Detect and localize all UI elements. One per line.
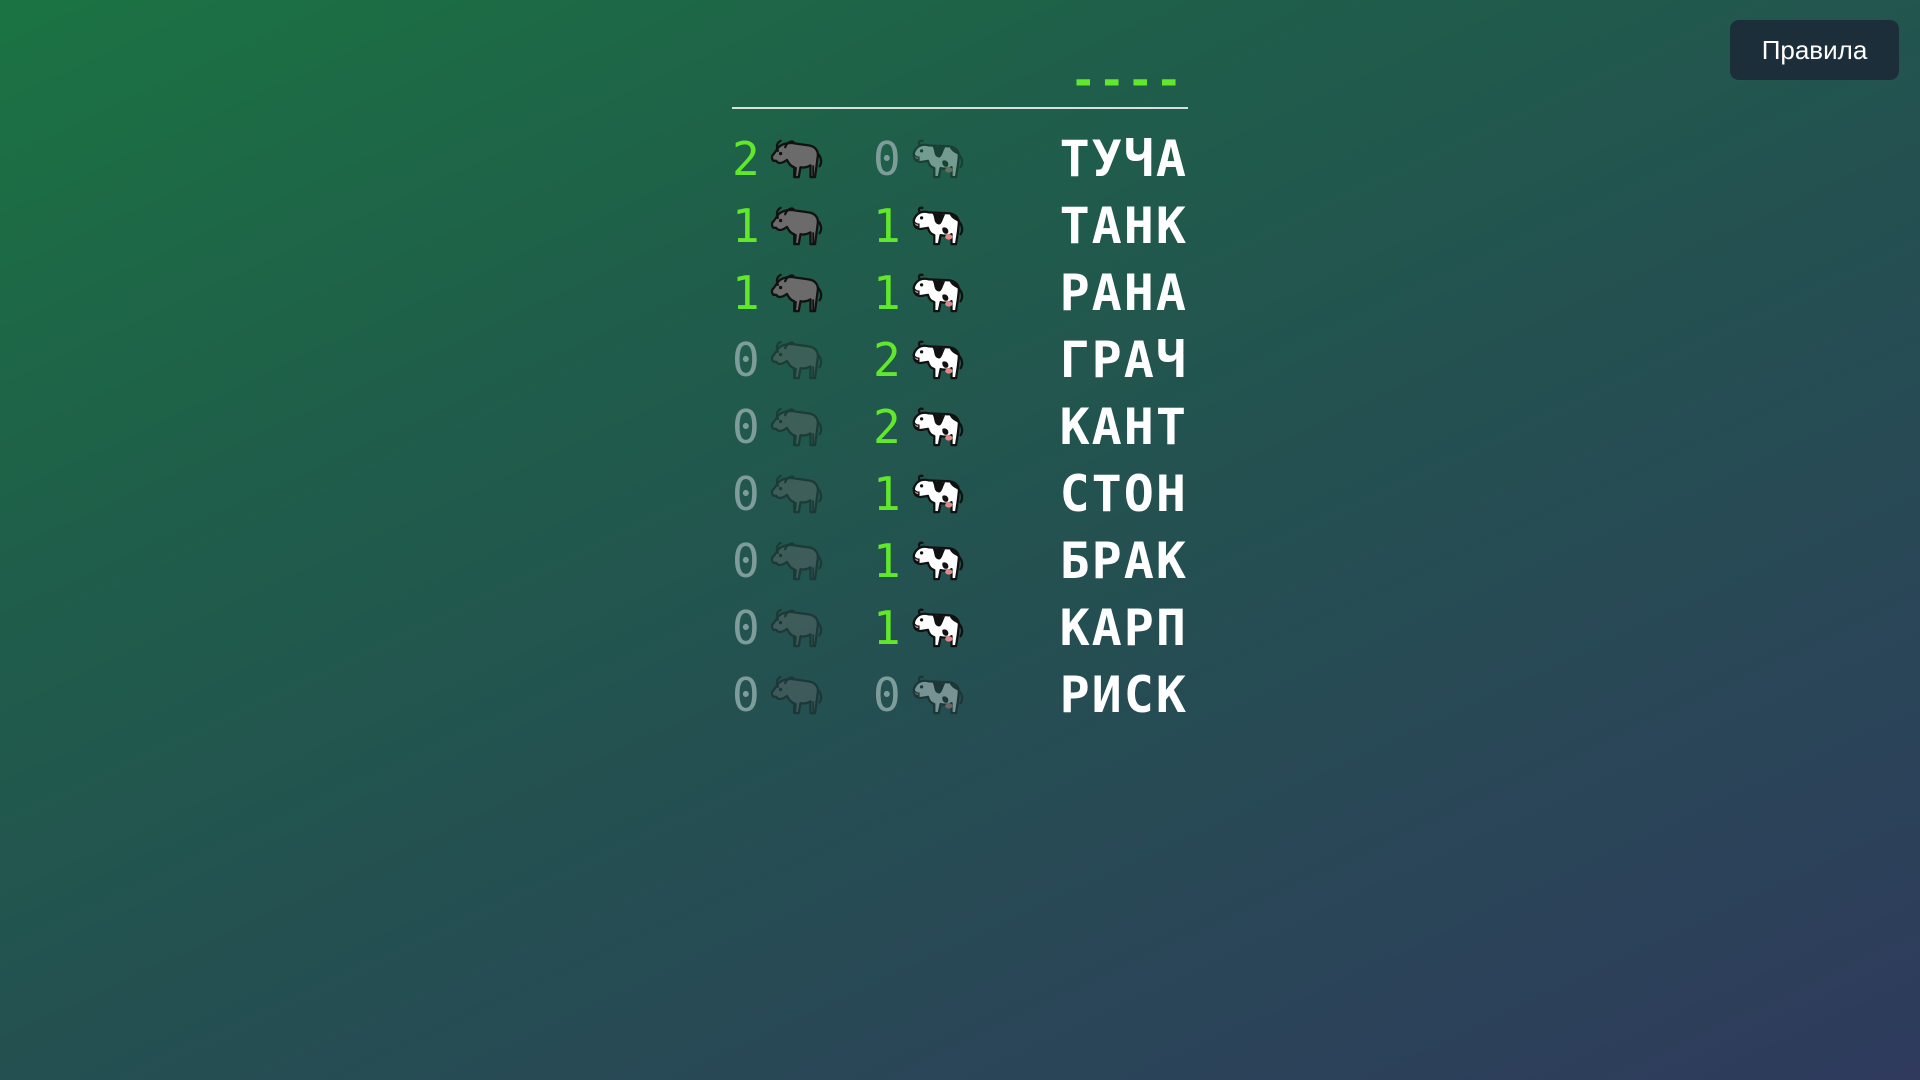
guess-row-4: 0 2 ГРАЧ [732, 326, 1188, 393]
guess-word: КАНТ [1059, 397, 1188, 456]
bull-icon [767, 269, 825, 317]
guess-row-7: 0 1 БРАК [732, 527, 1188, 594]
bull-count: 1 [732, 266, 873, 320]
rules-button[interactable]: Правила [1730, 20, 1899, 80]
guess-word: БРАК [1059, 531, 1188, 590]
guess-word: ГРАЧ [1059, 330, 1188, 389]
bull-count-value: 0 [732, 600, 760, 655]
guess-word: СТОН [1059, 464, 1188, 523]
guess-row-1: 2 0 ТУЧА [732, 125, 1188, 192]
bull-count-value: 2 [732, 131, 760, 186]
bull-count: 0 [732, 467, 873, 521]
guess-word: РИСК [1059, 665, 1188, 724]
bull-count: 0 [732, 668, 873, 722]
guess-row-9: 0 0 РИСК [732, 661, 1188, 728]
bull-icon [767, 336, 825, 384]
bull-icon [767, 671, 825, 719]
cow-count-value: 1 [873, 533, 901, 588]
bull-count-value: 1 [732, 265, 760, 320]
bull-count: 2 [732, 132, 873, 186]
bull-count: 0 [732, 333, 873, 387]
cow-icon [908, 604, 966, 652]
cow-count-value: 1 [873, 265, 901, 320]
cow-count-value: 0 [873, 131, 901, 186]
bull-count-value: 0 [732, 466, 760, 521]
guess-word: РАНА [1059, 263, 1188, 322]
cow-count: 2 [873, 333, 1014, 387]
guess-row-3: 1 1 РАНА [732, 259, 1188, 326]
guess-word: КАРП [1059, 598, 1188, 657]
cow-count: 0 [873, 668, 1014, 722]
bull-count-value: 1 [732, 198, 760, 253]
bull-icon [767, 202, 825, 250]
bull-count-value: 0 [732, 332, 760, 387]
cow-count: 1 [873, 601, 1014, 655]
cow-count-value: 1 [873, 198, 901, 253]
guess-row: ---- [732, 55, 1188, 106]
divider [732, 107, 1188, 109]
bull-count: 0 [732, 601, 873, 655]
cow-count-value: 1 [873, 600, 901, 655]
bull-icon [767, 135, 825, 183]
cow-icon [908, 202, 966, 250]
cow-icon [908, 537, 966, 585]
cow-count-value: 0 [873, 667, 901, 722]
cow-icon [908, 671, 966, 719]
cow-count: 1 [873, 199, 1014, 253]
bull-icon [767, 403, 825, 451]
cow-count: 1 [873, 467, 1014, 521]
cow-icon [908, 470, 966, 518]
cow-count: 1 [873, 266, 1014, 320]
cow-count: 0 [873, 132, 1014, 186]
bull-count-value: 0 [732, 533, 760, 588]
cow-count: 1 [873, 534, 1014, 588]
guess-word: ТУЧА [1059, 129, 1188, 188]
bull-count-value: 0 [732, 667, 760, 722]
cow-icon [908, 135, 966, 183]
bull-icon [767, 604, 825, 652]
bull-icon [767, 470, 825, 518]
bull-count: 0 [732, 400, 873, 454]
cow-count: 2 [873, 400, 1014, 454]
guess-row-5: 0 2 КАНТ [732, 393, 1188, 460]
bull-count-value: 0 [732, 399, 760, 454]
guess-row-2: 1 1 ТАНК [732, 192, 1188, 259]
cow-icon [908, 336, 966, 384]
cow-count-value: 1 [873, 466, 901, 521]
current-guess-input[interactable]: ---- [1070, 55, 1184, 106]
cow-icon [908, 403, 966, 451]
cow-count-value: 2 [873, 332, 901, 387]
game-board: ---- 2 0 ТУЧА 1 1 ТАНК 1 1 РАНА 0 2 ГРАЧ 0 2 КАНТ 0 1 СТО… [732, 55, 1188, 728]
cow-icon [908, 269, 966, 317]
guess-row-6: 0 1 СТОН [732, 460, 1188, 527]
bull-icon [767, 537, 825, 585]
bull-count: 1 [732, 199, 873, 253]
bull-count: 0 [732, 534, 873, 588]
guess-word: ТАНК [1059, 196, 1188, 255]
cow-count-value: 2 [873, 399, 901, 454]
guess-history: 2 0 ТУЧА 1 1 ТАНК 1 1 РАНА 0 2 ГРАЧ 0 2 КАНТ 0 1 СТОН 0 1 БР… [732, 125, 1188, 728]
guess-row-8: 0 1 КАРП [732, 594, 1188, 661]
